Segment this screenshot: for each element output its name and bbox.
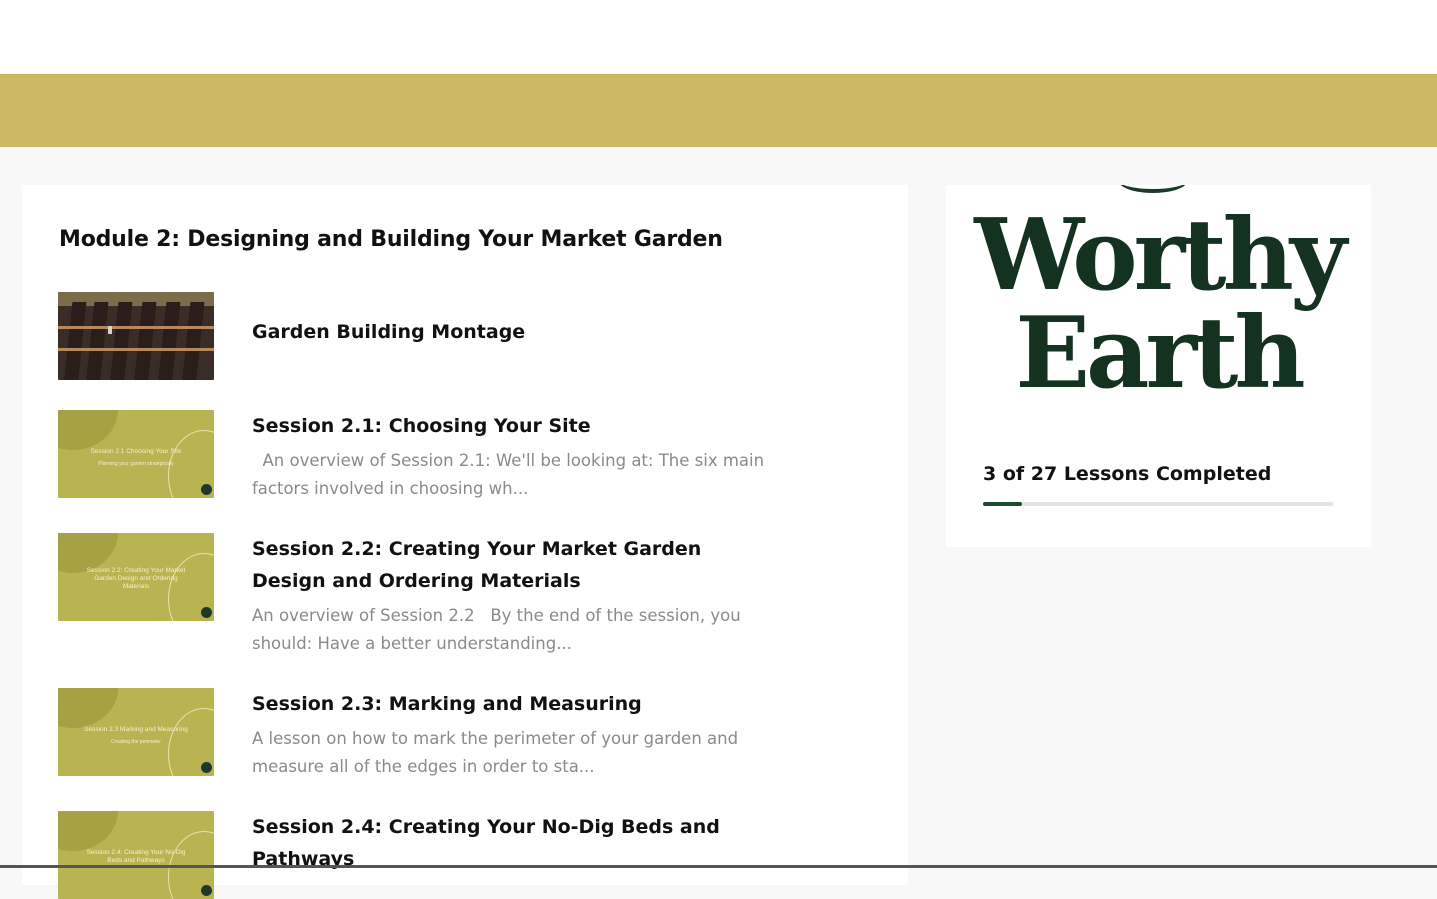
thumbnail-shape: [58, 811, 118, 851]
module-title: Module 2: Designing and Building Your Ma…: [59, 227, 723, 252]
worthy-earth-logo-icon: [201, 885, 212, 896]
thumbnail-bed: [63, 302, 87, 380]
thumbnail-caption: Session 2.4: Creating Your No-Dig Beds a…: [82, 849, 190, 865]
thumbnail-caption-line: Session 2.2: Creating Your Market Garden…: [86, 567, 186, 590]
thumbnail-shape: [58, 410, 118, 450]
progress-bar-fill: [983, 502, 1022, 506]
thumbnail-caption-line: Session 2.4: Creating Your No-Dig Beds a…: [86, 849, 186, 864]
thumbnail-bed: [85, 302, 109, 380]
worthy-earth-logo-icon: [201, 484, 212, 495]
hero-banner: [0, 74, 1437, 147]
lesson-thumbnail[interactable]: Session 2.4: Creating Your No-Dig Beds a…: [58, 811, 214, 899]
thumbnail-caption-line: Planning your garden strategically: [98, 460, 174, 467]
thumbnail-caption-line: Session 2.1 Choosing Your Site: [90, 448, 182, 455]
thumbnail-caption-line: Creating the perimeter: [111, 738, 161, 745]
lesson-title[interactable]: Garden Building Montage: [252, 316, 772, 348]
brand-logo-line-2: Earth: [1015, 296, 1305, 411]
thumbnail-path: [58, 348, 214, 351]
worthy-earth-logo-icon: [201, 762, 212, 773]
lesson-description: An overview of Session 2.1: We'll be loo…: [252, 451, 770, 498]
lesson-thumbnail[interactable]: [58, 292, 214, 380]
leaf-icon: [1118, 185, 1188, 193]
thumbnail-caption: Session 2.1 Choosing Your Site Planning …: [82, 448, 190, 467]
worthy-earth-logo-icon: [201, 607, 212, 618]
thumbnail-bed: [181, 302, 205, 380]
lesson-title[interactable]: Session 2.2: Creating Your Market Garden…: [252, 533, 772, 597]
lesson-thumbnail[interactable]: Session 2.2: Creating Your Market Garden…: [58, 533, 214, 621]
site-header: [0, 0, 1437, 74]
lesson-title[interactable]: Session 2.1: Choosing Your Site: [252, 410, 772, 442]
brand-logo-line-1: Worthy: [974, 198, 1347, 313]
lesson-description: A lesson on how to mark the perimeter of…: [252, 729, 744, 776]
progress-label: 3 of 27 Lessons Completed: [983, 463, 1272, 485]
progress-bar: [983, 502, 1333, 506]
lesson-thumbnail[interactable]: Session 2.3 Marking and Measuring Creati…: [58, 688, 214, 776]
thumbnail-bed: [157, 302, 181, 380]
thumbnail-bed: [133, 302, 157, 380]
thumbnail-caption: Session 2.3 Marking and Measuring Creati…: [82, 726, 190, 745]
thumbnail-caption: Session 2.2: Creating Your Market Garden…: [82, 567, 190, 590]
lesson-thumbnail[interactable]: Session 2.1 Choosing Your Site Planning …: [58, 410, 214, 498]
course-sidebar: Worthy Earth 3 of 27 Lessons Completed: [946, 185, 1371, 547]
thumbnail-person: [108, 326, 112, 334]
lesson-description: An overview of Session 2.2 By the end of…: [252, 606, 746, 653]
module-card: Module 2: Designing and Building Your Ma…: [22, 185, 908, 899]
thumbnail-shape: [58, 688, 118, 728]
thumbnail-caption-line: Session 2.3 Marking and Measuring: [84, 726, 188, 733]
thumbnail-path: [58, 326, 214, 329]
lesson-title[interactable]: Session 2.3: Marking and Measuring: [252, 688, 772, 720]
thumbnail-bed: [109, 302, 133, 380]
